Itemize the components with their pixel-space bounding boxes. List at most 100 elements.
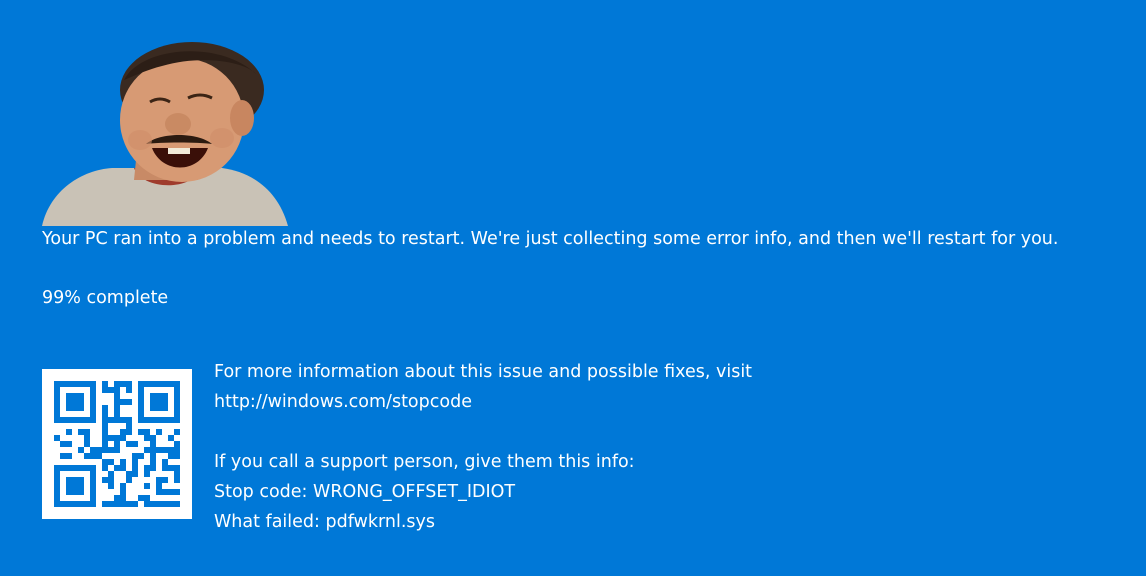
qr-module	[102, 417, 108, 423]
qr-module	[144, 483, 150, 489]
qr-module	[174, 429, 180, 435]
qr-module	[102, 477, 108, 483]
qr-module	[132, 453, 138, 459]
qr-module	[168, 453, 174, 459]
qr-module	[138, 399, 144, 405]
qr-module	[108, 387, 114, 393]
qr-module	[102, 429, 108, 435]
qr-module	[174, 393, 180, 399]
qr-module	[114, 495, 120, 501]
qr-module	[78, 465, 84, 471]
qr-module	[90, 489, 96, 495]
qr-module	[168, 489, 174, 495]
qr-module	[138, 393, 144, 399]
qr-module	[150, 435, 156, 441]
qr-module	[96, 447, 102, 453]
qr-module	[168, 501, 174, 507]
qr-module	[174, 417, 180, 423]
qr-module	[168, 381, 174, 387]
qr-module	[156, 501, 162, 507]
qr-module	[54, 489, 60, 495]
qr-module	[60, 453, 66, 459]
qr-module	[138, 411, 144, 417]
qr-module	[90, 405, 96, 411]
qr-module	[120, 501, 126, 507]
qr-module	[150, 453, 156, 459]
qr-module	[174, 399, 180, 405]
qr-module	[150, 465, 156, 471]
qr-module	[174, 387, 180, 393]
qr-module	[150, 381, 156, 387]
qr-module	[156, 393, 162, 399]
qr-module	[114, 381, 120, 387]
qr-module	[132, 471, 138, 477]
qr-module	[114, 393, 120, 399]
qr-module	[54, 417, 60, 423]
qr-module	[150, 417, 156, 423]
stop-code-text: Stop code: WRONG_OFFSET_IDIOT	[214, 482, 516, 502]
qr-module	[168, 447, 174, 453]
qr-module	[174, 453, 180, 459]
qr-module	[108, 417, 114, 423]
qr-module	[102, 387, 108, 393]
qr-module	[114, 501, 120, 507]
qr-module	[150, 459, 156, 465]
qr-module	[114, 447, 120, 453]
qr-module	[66, 381, 72, 387]
qr-module	[66, 429, 72, 435]
qr-module	[102, 423, 108, 429]
qr-module	[54, 495, 60, 501]
qr-module	[120, 435, 126, 441]
qr-module	[102, 435, 108, 441]
qr-module	[60, 417, 66, 423]
qr-module	[120, 459, 126, 465]
qr-module	[66, 453, 72, 459]
qr-module	[174, 447, 180, 453]
qr-module	[60, 381, 66, 387]
bsod-screen: Your PC ran into a problem and needs to …	[0, 0, 1146, 576]
qr-module	[84, 417, 90, 423]
stopcode-link[interactable]: http://windows.com/stopcode	[214, 387, 752, 417]
qr-module	[132, 501, 138, 507]
qr-module	[156, 417, 162, 423]
qr-module	[78, 405, 84, 411]
qr-module	[144, 381, 150, 387]
qr-module	[54, 393, 60, 399]
qr-module	[174, 411, 180, 417]
qr-module	[174, 441, 180, 447]
qr-module	[102, 447, 108, 453]
qr-module	[156, 477, 162, 483]
qr-module	[90, 495, 96, 501]
qr-module	[66, 417, 72, 423]
qr-module	[144, 501, 150, 507]
qr-module	[156, 381, 162, 387]
laughing-man-face-image	[42, 40, 288, 226]
qr-module	[108, 483, 114, 489]
qr-module	[174, 471, 180, 477]
qr-module	[120, 381, 126, 387]
qr-module	[114, 417, 120, 423]
qr-module	[144, 447, 150, 453]
qr-module	[162, 489, 168, 495]
qr-module	[126, 387, 132, 393]
qr-module	[168, 417, 174, 423]
qr-module	[144, 417, 150, 423]
qr-module	[120, 399, 126, 405]
qr-module	[156, 483, 162, 489]
progress-text: 99% complete	[42, 288, 169, 308]
qr-module	[72, 501, 78, 507]
qr-module	[138, 453, 144, 459]
qr-module	[90, 393, 96, 399]
qr-module	[108, 459, 114, 465]
error-message: Your PC ran into a problem and needs to …	[42, 229, 1059, 249]
qr-module	[60, 441, 66, 447]
qr-module	[162, 459, 168, 465]
qr-module	[66, 489, 72, 495]
qr-module	[102, 441, 108, 447]
qr-module	[96, 453, 102, 459]
qr-module	[114, 399, 120, 405]
qr-module	[54, 399, 60, 405]
qr-module	[150, 393, 156, 399]
qr-module	[102, 465, 108, 471]
